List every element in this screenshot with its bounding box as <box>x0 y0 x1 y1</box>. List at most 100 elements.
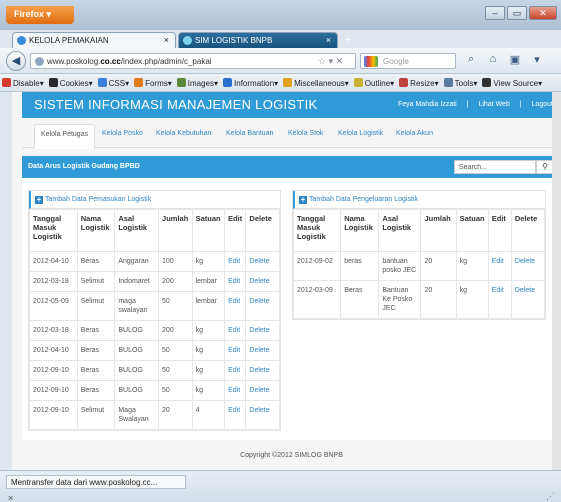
toolbar-disable-menu[interactable]: Disable▾ <box>0 74 47 88</box>
table-cell: Beras <box>76 340 116 361</box>
add-outgoing-link[interactable]: + Tambah Data Pengeluaran Logistik <box>293 191 545 209</box>
view-web-link[interactable]: Lihat Web <box>478 101 509 108</box>
table-row: 2012-04-10 Beras Anggaran 100 kg Edit Delete <box>29 251 280 272</box>
view-source-icon <box>482 78 492 87</box>
toolbar-resize-menu[interactable]: Resize▾ <box>397 74 441 88</box>
tab-close-icon[interactable]: × <box>326 35 331 45</box>
toolbar-forms-menu[interactable]: Forms▾ <box>132 74 175 88</box>
plus-icon: + <box>299 195 307 204</box>
delete-link[interactable]: Delete <box>245 360 280 381</box>
delete-link[interactable]: Delete <box>245 400 280 430</box>
table-cell: BULOG <box>114 320 160 341</box>
edit-link[interactable]: Edit <box>224 360 247 381</box>
add-incoming-link[interactable]: + Tambah Data Pemasukan Logistik <box>29 191 280 209</box>
table-cell: Beras <box>76 360 116 381</box>
miscellaneous-icon <box>283 78 293 87</box>
table-cell: 2012-09-02 <box>292 251 342 281</box>
incoming-logistics-box: + Tambah Data Pemasukan Logistik Tanggal … <box>28 190 281 431</box>
toolbar-label: Resize <box>410 79 435 88</box>
window-controls: – ▭ ✕ <box>485 6 557 20</box>
url-bar[interactable]: www.poskolog.co.cc/index.php/admin/c_pak… <box>30 53 356 69</box>
delete-link[interactable]: Delete <box>510 280 546 319</box>
tab-kelola-bantuan[interactable]: Kelola Bantuan <box>226 130 273 137</box>
browser-tab-kelola-pemakaian[interactable]: KELOLA PEMAKAIAN × <box>12 32 176 48</box>
addon-icon[interactable]: ▣ <box>506 53 524 69</box>
toolbar-label: Cookies <box>59 79 89 88</box>
edit-link[interactable]: Edit <box>224 271 247 292</box>
edit-link[interactable]: Edit <box>487 280 512 319</box>
edit-link[interactable]: Edit <box>224 400 247 430</box>
page-nav-tabs: Kelola Petugas Kelola Posko Kelola Kebut… <box>22 124 561 149</box>
table-cell: 50 <box>158 340 193 361</box>
close-window-icon[interactable]: ✕ <box>529 6 557 20</box>
maximize-icon[interactable]: ▭ <box>507 6 527 20</box>
back-arrow-icon[interactable]: ◀ <box>6 51 26 71</box>
resize-icon <box>399 78 409 87</box>
delete-link[interactable]: Delete <box>245 251 280 272</box>
table-cell: Beras <box>340 280 380 319</box>
delete-link[interactable]: Delete <box>245 340 280 361</box>
toolbar-tools-menu[interactable]: Tools▾ <box>442 74 481 88</box>
toolbar-miscellaneous-menu[interactable]: Miscellaneous▾ <box>281 74 352 88</box>
search-magnifier-icon[interactable]: ⌕ <box>462 53 480 69</box>
close-icon[interactable]: × <box>8 493 13 502</box>
browser-tab-sim-logistik[interactable]: SIM LOGISTIK BNPB × <box>178 32 338 48</box>
toolbar-images-menu[interactable]: Images▾ <box>175 74 221 88</box>
edit-link[interactable]: Edit <box>224 380 247 401</box>
site-identity-icon[interactable] <box>35 57 44 66</box>
table-cell: kg <box>455 280 489 319</box>
tab-kelola-akun[interactable]: Kelola Akun <box>396 130 433 137</box>
toolbar-outline-menu[interactable]: Outline▾ <box>352 74 397 88</box>
delete-link[interactable]: Delete <box>245 271 280 292</box>
firefox-menu-button[interactable]: Firefox ▾ <box>6 6 74 24</box>
google-engine-icon[interactable] <box>364 56 378 67</box>
delete-link[interactable]: Delete <box>245 291 280 321</box>
tab-kelola-kebutuhan[interactable]: Kelola Kebutuhan <box>156 130 211 137</box>
page-scrollbar[interactable] <box>552 92 561 470</box>
table-cell: Anggaran <box>114 251 160 272</box>
tab-kelola-petugas[interactable]: Kelola Petugas <box>34 124 96 149</box>
edit-link[interactable]: Edit <box>224 320 247 341</box>
delete-link[interactable]: Delete <box>245 320 280 341</box>
column-header: Asal Logistik <box>378 209 422 252</box>
delete-link[interactable]: Delete <box>245 380 280 401</box>
table-cell: 50 <box>158 360 193 381</box>
toolbar-information-menu[interactable]: Information▾ <box>221 74 281 88</box>
outline-icon <box>353 78 363 87</box>
tab-kelola-posko[interactable]: Kelola Posko <box>102 130 143 137</box>
cookies-icon <box>48 78 58 87</box>
edit-link[interactable]: Edit <box>224 340 247 361</box>
column-header: Delete <box>245 209 280 252</box>
table-row: 2012-04-10 Beras BULOG 50 kg Edit Delete <box>29 340 280 361</box>
toolbar-view-source-menu[interactable]: View Source▾ <box>480 74 545 88</box>
separator: | <box>519 101 522 108</box>
logout-link[interactable]: Logout <box>532 101 553 108</box>
delete-link[interactable]: Delete <box>510 251 546 281</box>
new-tab-button[interactable]: + <box>340 34 356 47</box>
table-cell: BULOG <box>114 380 160 401</box>
table-cell: Selimut <box>76 291 116 321</box>
table-cell: 50 <box>158 291 193 321</box>
table-cell: 100 <box>158 251 193 272</box>
table-row: 2012-09-10 Selimut Maga Swalayan 20 4 Edit Del… <box>29 400 280 430</box>
table-cell: 50 <box>158 380 193 401</box>
incoming-heading: Tambah Data Pemasukan Logistik <box>45 196 152 203</box>
edit-link[interactable]: Edit <box>487 251 512 281</box>
table-cell: 2012-09-10 <box>29 360 78 381</box>
search-engine-input[interactable]: Google <box>360 53 456 69</box>
toolbar-css-menu[interactable]: CSS▾ <box>96 74 132 88</box>
table-cell: Indomaret <box>114 271 160 292</box>
home-icon[interactable]: ⌂ <box>484 53 502 69</box>
table-cell: Beras <box>76 380 116 401</box>
tab-kelola-logistik[interactable]: Kelola Logistik <box>338 130 383 137</box>
toolbar-label: Forms <box>145 79 168 88</box>
minimize-icon[interactable]: – <box>485 6 505 20</box>
edit-link[interactable]: Edit <box>224 291 247 321</box>
toolbar-cookies-menu[interactable]: Cookies▾ <box>47 74 96 88</box>
menu-chevron-icon[interactable]: ▾ <box>528 53 546 69</box>
tab-close-icon[interactable]: × <box>164 35 169 45</box>
tab-kelola-stok[interactable]: Kelola Stok <box>288 130 323 137</box>
resize-grip-icon[interactable]: ⋰ <box>546 491 555 502</box>
edit-link[interactable]: Edit <box>224 251 247 272</box>
search-input[interactable] <box>454 160 536 174</box>
